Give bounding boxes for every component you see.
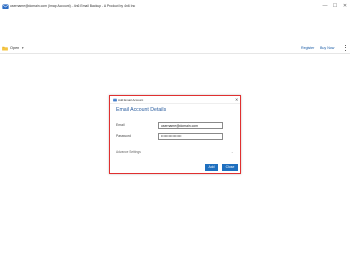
close-button[interactable]: Close — [222, 164, 238, 171]
advance-settings-label: Advance Settings — [116, 150, 141, 154]
chevron-down-icon: ⌄ — [231, 150, 234, 154]
title-bar: username@domain.com (Imap Account) - 4n6… — [0, 0, 350, 13]
dialog-title: Add Email Account — [118, 98, 144, 102]
folder-icon — [2, 46, 8, 50]
dialog-title-bar: Add Email Account ✕ — [110, 96, 240, 104]
buy-now-link[interactable]: Buy Now — [320, 44, 334, 52]
add-button[interactable]: Add — [205, 164, 218, 171]
envelope-icon — [2, 4, 9, 9]
email-label: Email — [116, 123, 125, 127]
minimize-button[interactable]: — — [320, 2, 330, 11]
window-title: username@domain.com (Imap Account) - 4n6… — [10, 4, 136, 8]
caret-down-icon: ▼ — [21, 46, 25, 50]
dialog-heading: Email Account Details — [116, 107, 167, 113]
envelope-icon — [113, 98, 117, 102]
dialog-close-icon[interactable]: ✕ — [235, 97, 238, 103]
email-field[interactable] — [158, 122, 223, 129]
register-link[interactable]: Register — [301, 44, 314, 52]
app-window: username@domain.com (Imap Account) - 4n6… — [0, 0, 350, 263]
password-field[interactable]: •••••••••••••••• — [158, 133, 223, 140]
maximize-button[interactable]: ☐ — [330, 2, 340, 11]
password-label: Password — [116, 134, 131, 138]
advance-settings-expander[interactable]: Advance Settings ⌄ — [116, 149, 236, 155]
close-window-button[interactable]: ✕ — [340, 2, 350, 11]
add-email-account-dialog: Add Email Account ✕ Email Account Detail… — [109, 95, 241, 174]
kebab-menu-icon[interactable] — [344, 44, 347, 52]
open-button[interactable]: Open ▼ — [2, 44, 24, 52]
open-label: Open — [10, 46, 20, 50]
toolbar: Open ▼ Register Buy Now — [0, 42, 350, 54]
